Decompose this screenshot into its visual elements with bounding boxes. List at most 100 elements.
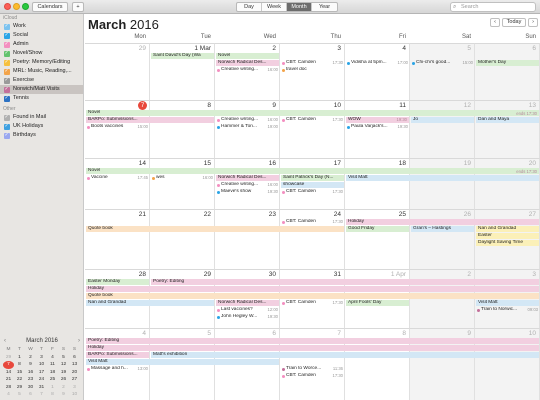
- event-bar[interactable]: Visit Matt: [476, 300, 539, 306]
- mini-day[interactable]: 8: [47, 391, 58, 399]
- mini-day[interactable]: 15: [14, 369, 25, 377]
- day-cell[interactable]: 1 Mar: [150, 43, 215, 100]
- timed-event[interactable]: CBT: Camden 17:30: [281, 117, 344, 123]
- today-button[interactable]: Today: [502, 18, 526, 27]
- mini-day[interactable]: 11: [47, 361, 58, 369]
- mini-day[interactable]: 5: [58, 354, 69, 362]
- event-bar[interactable]: Easter Monday: [86, 279, 149, 285]
- event-bar[interactable]: Daylight Saving Time: [476, 240, 539, 246]
- timed-event[interactable]: Paula Varjack's... 19:30: [346, 124, 409, 130]
- event-bar[interactable]: Novel: [216, 53, 279, 59]
- event-bar[interactable]: Visit Matt: [86, 359, 279, 365]
- calendar-item[interactable]: Birthdays: [0, 131, 83, 140]
- event-bar[interactable]: Visit Matt: [346, 175, 539, 181]
- mini-day[interactable]: 6: [69, 354, 80, 362]
- timed-event[interactable]: John Hegley W... 19:30: [216, 314, 279, 320]
- calendar-item[interactable]: Exercise: [0, 76, 83, 85]
- mini-day[interactable]: 31: [36, 384, 47, 392]
- timed-event[interactable]: Train to Norwic... 09:03: [476, 307, 539, 313]
- event-bar[interactable]: Easter: [476, 233, 539, 239]
- mini-day[interactable]: 13: [69, 361, 80, 369]
- search-input[interactable]: ⌕ Search: [450, 2, 536, 12]
- day-cell[interactable]: 20: [475, 158, 540, 209]
- mini-day[interactable]: 23: [25, 376, 36, 384]
- view-week-button[interactable]: Week: [262, 3, 287, 11]
- mini-day[interactable]: 8: [14, 361, 25, 369]
- timed-event[interactable]: CBT: Camden 17:30: [281, 373, 344, 379]
- mini-day[interactable]: 20: [69, 369, 80, 377]
- event-bar[interactable]: Saint David's Day (Wa: [151, 53, 214, 59]
- day-cell[interactable]: 22: [150, 209, 215, 269]
- calendar-checkbox[interactable]: [4, 31, 10, 40]
- timed-event[interactable]: Creative writing... 16:00: [216, 67, 279, 73]
- calendars-button[interactable]: Calendars: [32, 2, 68, 12]
- event-bar[interactable]: showcase: [281, 182, 344, 188]
- day-cell[interactable]: 25: [345, 209, 410, 269]
- add-event-button[interactable]: +: [72, 2, 84, 12]
- mini-day[interactable]: 9: [25, 361, 36, 369]
- timed-event[interactable]: Creative writing... 16:00: [216, 117, 279, 123]
- day-cell[interactable]: 21: [85, 209, 150, 269]
- timed-event[interactable]: Creative writing... 16:00: [216, 182, 279, 188]
- event-bar[interactable]: Gran's – Hastings: [411, 226, 474, 232]
- calendar-checkbox[interactable]: [4, 76, 10, 85]
- calendar-checkbox[interactable]: [4, 22, 10, 31]
- calendar-item[interactable]: Admin: [0, 40, 83, 49]
- calendar-checkbox[interactable]: [4, 40, 10, 49]
- day-cell[interactable]: 19: [410, 158, 475, 209]
- mini-day[interactable]: 16: [25, 369, 36, 377]
- timed-event[interactable]: CBT: Camden 17:30: [281, 300, 344, 306]
- day-cell[interactable]: 4: [345, 43, 410, 100]
- calendar-checkbox[interactable]: [4, 122, 10, 131]
- view-day-button[interactable]: Day: [237, 3, 262, 11]
- event-bar[interactable]: Quote book: [86, 293, 539, 299]
- mini-day[interactable]: 5: [14, 391, 25, 399]
- timed-event[interactable]: Maeve's show 19:30: [216, 189, 279, 195]
- calendar-item[interactable]: Novel/Show: [0, 49, 83, 58]
- mini-day[interactable]: 22: [14, 376, 25, 384]
- mini-day[interactable]: 10: [69, 391, 80, 399]
- timed-event[interactable]: CBT: Camden 17:30: [281, 60, 344, 66]
- event-bar[interactable]: BARPo: Submissions...: [86, 352, 149, 358]
- mini-day[interactable]: 29: [14, 384, 25, 392]
- day-cell[interactable]: 26: [410, 209, 475, 269]
- calendar-item[interactable]: Poetry: Memory/Editing: [0, 58, 83, 67]
- mini-day[interactable]: 25: [47, 376, 58, 384]
- calendar-checkbox[interactable]: [4, 67, 10, 76]
- day-cell[interactable]: 29: [85, 43, 150, 100]
- mini-day[interactable]: 17: [36, 369, 47, 377]
- mini-day[interactable]: 9: [58, 391, 69, 399]
- mini-day[interactable]: 4: [3, 391, 14, 399]
- mini-day[interactable]: 28: [3, 384, 14, 392]
- timed-event[interactable]: Massage and h... 13:00: [86, 366, 149, 372]
- mini-day[interactable]: 29: [3, 354, 14, 362]
- timed-event[interactable]: travel doc: [281, 67, 344, 73]
- mini-day[interactable]: 3: [69, 384, 80, 392]
- timed-event[interactable]: CBT: Camden 17:30: [281, 219, 344, 225]
- mini-day[interactable]: 19: [58, 369, 69, 377]
- calendar-item[interactable]: UK Holidays: [0, 122, 83, 131]
- mini-day[interactable]: 10: [36, 361, 47, 369]
- timed-event[interactable]: Boots vaccines 15:00: [86, 124, 149, 130]
- calendar-checkbox[interactable]: [4, 85, 10, 94]
- mini-day[interactable]: 3: [36, 354, 47, 362]
- calendar-checkbox[interactable]: [4, 49, 10, 58]
- event-bar[interactable]: Norwich Radical Des...: [216, 300, 279, 306]
- day-cell[interactable]: 8: [150, 100, 215, 158]
- timed-event[interactable]: Last vaccines? 12:00: [216, 307, 279, 313]
- event-bar[interactable]: Matt's exhibition: [151, 352, 539, 358]
- day-cell[interactable]: 12: [410, 100, 475, 158]
- calendar-item[interactable]: Tennis: [0, 94, 83, 103]
- timed-event[interactable]: Vidisha at 5pm... 17:00: [346, 60, 409, 66]
- event-bar[interactable]: Dan and Maya: [476, 117, 539, 123]
- event-bar[interactable]: April Fools' Day: [346, 300, 409, 306]
- mini-day[interactable]: 1: [14, 354, 25, 362]
- mini-day[interactable]: 27: [69, 376, 80, 384]
- event-bar[interactable]: Holiday: [86, 345, 539, 351]
- event-bar[interactable]: BARPo: Submissions...: [86, 117, 214, 123]
- day-cell[interactable]: 18: [345, 158, 410, 209]
- mini-day[interactable]: 6: [25, 391, 36, 399]
- mini-prev-button[interactable]: ‹: [4, 336, 6, 346]
- event-bar[interactable]: Poetry: Editing: [86, 338, 539, 344]
- mini-day[interactable]: 2: [25, 354, 36, 362]
